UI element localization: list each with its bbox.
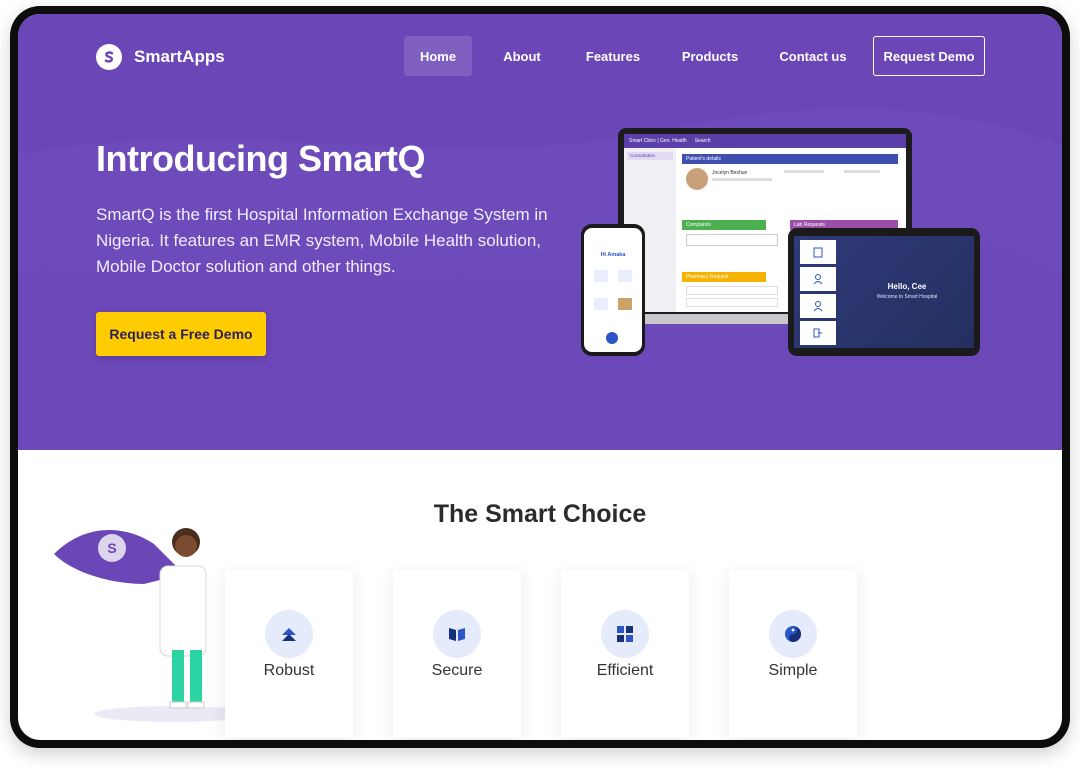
laptop-complaints-select [686,234,778,246]
laptop-complaints-panel: Complaints [682,220,766,230]
phone-screen: Hi Amaka [584,228,642,352]
phone-greeting: Hi Amaka [600,252,626,258]
tablet-tile-person-icon [800,267,836,291]
smartapps-logo-icon [96,44,122,70]
laptop-sidebar-item: Consultation [627,152,673,160]
tablet-screen: Hello, Cee Welcome to Smart Hospital [794,236,974,348]
patient-avatar [686,168,708,190]
laptop-topbar-title: Smart Clinic | Gen. Health [629,138,687,144]
laptop-app-topbar: Smart Clinic | Gen. Health Search [624,134,906,148]
feature-card-efficient: Efficient [561,570,689,738]
feature-card-simple: Simple [729,570,857,738]
feature-card-label: Robust [263,662,315,679]
nav-features[interactable]: Features [576,36,650,76]
nav-about[interactable]: About [492,36,552,76]
tablet-tile-doctor-icon [800,294,836,318]
top-navigation: SmartApps Home About Features Products C… [18,14,1062,94]
device-frame: SmartApps Home About Features Products C… [10,6,1070,748]
hero-section: SmartApps Home About Features Products C… [18,14,1062,450]
laptop-pharmacy-panel: Pharmacy Request [682,272,766,282]
request-free-demo-button[interactable]: Request a Free Demo [96,312,266,356]
tablet-tile-hospital-icon [800,240,836,264]
superhero-doctor-illustration: S [54,528,244,722]
nav-home[interactable]: Home [404,36,472,76]
yin-yang-icon [769,610,817,658]
feature-card-label: Efficient [596,662,654,679]
phone-tile-2 [618,270,632,282]
nav-contact-us[interactable]: Contact us [768,36,858,76]
laptop-pharmacy-field-2 [686,298,778,307]
brand-name: SmartApps [134,47,225,66]
phone-tile-3 [594,298,608,310]
request-demo-button[interactable]: Request Demo [873,36,985,76]
tablet-sidebar [800,240,838,345]
grid-icon [601,610,649,658]
laptop-patient-meta [712,178,772,181]
feature-card-robust: Robust [225,570,353,738]
hero-title-prefix: Introducing [96,138,298,179]
tablet-greeting: Hello, Cee [887,282,927,291]
hero-title: Introducing SmartQ [96,138,426,180]
feature-card-secure: Secure [393,570,521,738]
tablet-subtitle: Welcome to Smart Hospital [876,294,938,300]
tablet-tile-logout-icon [800,321,836,345]
phone-tile-1 [594,270,608,282]
feature-card-label: Simple [768,662,818,679]
laptop-patient-extra [844,170,880,173]
laptop-topbar-search: Search [694,138,711,144]
laptop-patient-panel: Patient's details [682,154,898,164]
hero-title-brand: SmartQ [297,138,426,179]
laptop-pharmacy-field-1 [686,286,778,295]
feature-card-label: Secure [431,662,483,679]
brand[interactable]: SmartApps [96,44,225,70]
phone-mockup: Hi Amaka [581,224,645,356]
page-viewport: SmartApps Home About Features Products C… [18,14,1062,740]
chevron-up-icon [265,610,313,658]
hero-description: SmartQ is the first Hospital Information… [96,205,548,276]
laptop-patient-contact [784,170,824,173]
laptop-patient-name: Jocelyn Beshue [712,170,748,176]
svg-text:S: S [107,540,116,556]
book-icon [433,610,481,658]
nav-products[interactable]: Products [674,36,746,76]
phone-tile-4 [618,298,632,310]
phone-nav-button [606,332,618,344]
tablet-mockup: Hello, Cee Welcome to Smart Hospital [788,228,980,356]
